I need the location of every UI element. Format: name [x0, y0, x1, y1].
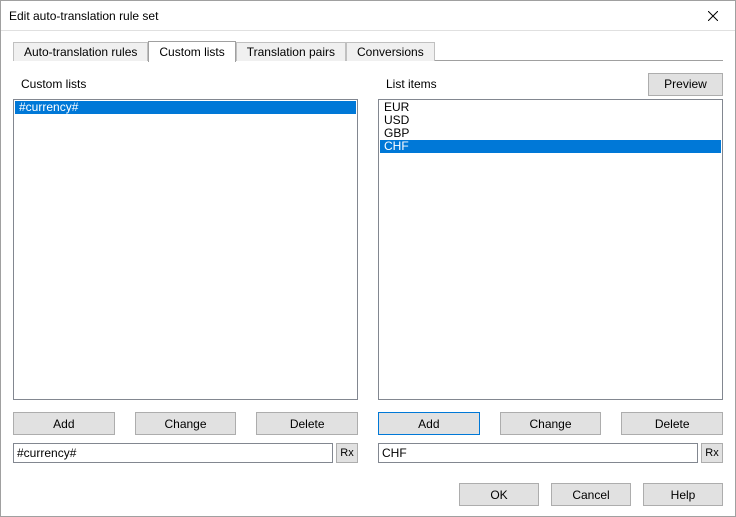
right-delete-button[interactable]: Delete [621, 412, 723, 435]
list-item[interactable]: CHF [380, 140, 721, 153]
custom-lists-pane: Custom lists #currency# Add Change Delet… [13, 73, 358, 463]
preview-button[interactable]: Preview [648, 73, 723, 96]
button-label: Add [53, 417, 74, 431]
list-item[interactable]: #currency# [15, 101, 356, 114]
tab-custom-lists[interactable]: Custom lists [148, 41, 235, 62]
button-label: Change [529, 417, 571, 431]
panes: Custom lists #currency# Add Change Delet… [13, 61, 723, 463]
button-label: Add [418, 417, 439, 431]
left-rx-button[interactable]: Rx [336, 443, 358, 463]
button-label: Cancel [572, 488, 609, 502]
close-button[interactable] [690, 1, 735, 30]
list-item[interactable]: EUR [380, 101, 721, 114]
list-items-input[interactable] [378, 443, 698, 463]
dialog-button-row: OK Cancel Help [1, 473, 735, 516]
close-icon [708, 11, 718, 21]
button-label: Change [164, 417, 206, 431]
custom-lists-listbox[interactable]: #currency# [13, 99, 358, 400]
cancel-button[interactable]: Cancel [551, 483, 631, 506]
right-change-button[interactable]: Change [500, 412, 602, 435]
list-items-pane: List items Preview EUR USD GBP CHF Add C… [378, 73, 723, 463]
window-title: Edit auto-translation rule set [9, 9, 690, 23]
list-items-header: List items Preview [378, 73, 723, 95]
list-items-label: List items [378, 77, 648, 91]
custom-lists-label: Custom lists [13, 77, 358, 91]
custom-lists-input-row: Rx [13, 443, 358, 463]
left-change-button[interactable]: Change [135, 412, 237, 435]
custom-lists-input[interactable] [13, 443, 333, 463]
list-items-listbox[interactable]: EUR USD GBP CHF [378, 99, 723, 400]
dialog-content: Auto-translation rules Custom lists Tran… [1, 31, 735, 473]
titlebar: Edit auto-translation rule set [1, 1, 735, 31]
list-item[interactable]: GBP [380, 127, 721, 140]
button-label: Help [671, 488, 696, 502]
list-items-buttons: Add Change Delete [378, 412, 723, 435]
button-label: OK [490, 488, 507, 502]
button-label: Preview [664, 77, 707, 91]
custom-lists-buttons: Add Change Delete [13, 412, 358, 435]
right-rx-button[interactable]: Rx [701, 443, 723, 463]
button-label: Delete [290, 417, 325, 431]
right-add-button[interactable]: Add [378, 412, 480, 435]
ok-button[interactable]: OK [459, 483, 539, 506]
list-item[interactable]: USD [380, 114, 721, 127]
tab-bar: Auto-translation rules Custom lists Tran… [13, 39, 723, 61]
tab-auto-translation[interactable]: Auto-translation rules [13, 42, 148, 61]
tab-translation-pairs[interactable]: Translation pairs [236, 42, 346, 61]
left-delete-button[interactable]: Delete [256, 412, 358, 435]
list-items-input-row: Rx [378, 443, 723, 463]
custom-lists-header: Custom lists [13, 73, 358, 95]
left-add-button[interactable]: Add [13, 412, 115, 435]
tab-conversions[interactable]: Conversions [346, 42, 435, 61]
dialog-window: Edit auto-translation rule set Auto-tran… [0, 0, 736, 517]
button-label: Delete [655, 417, 690, 431]
help-button[interactable]: Help [643, 483, 723, 506]
